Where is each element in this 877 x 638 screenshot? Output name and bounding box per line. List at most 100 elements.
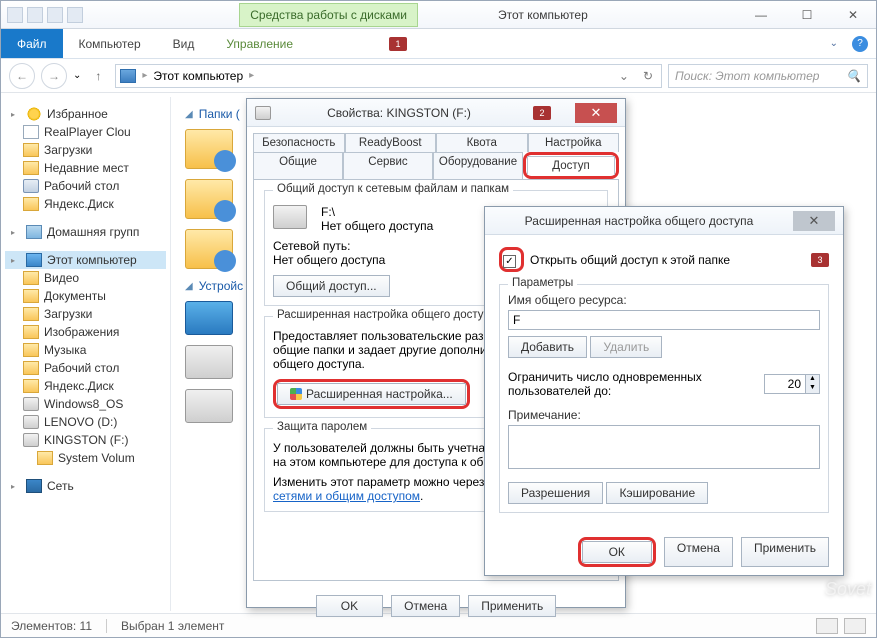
tab-tools[interactable]: Сервис [343,152,433,179]
tree-network[interactable]: ▸Сеть [5,477,166,495]
tab-security[interactable]: Безопасность [253,133,345,152]
forward-button[interactable]: → [41,63,67,89]
folder-icon [23,289,39,303]
homegroup-icon [26,225,42,239]
limit-users-label: Ограничить число одновременных пользоват… [508,370,754,398]
contextual-tab-drive-tools[interactable]: Средства работы с дисками [239,3,418,27]
tree-item[interactable]: Недавние мест [5,159,166,177]
tab-sharing[interactable]: Доступ [527,156,615,175]
ribbon-tab-computer[interactable]: Компьютер [63,29,157,58]
share-button[interactable]: Общий доступ... [273,275,390,297]
tree-item[interactable]: Яндекс.Диск [5,195,166,213]
minimize-button[interactable]: — [738,4,784,26]
properties-titlebar[interactable]: Свойства: KINGSTON (F:) 2 ✕ [247,99,625,127]
help-icon[interactable]: ? [852,36,868,52]
tree-item[interactable]: Изображения [5,323,166,341]
tree-item[interactable]: RealPlayer Clou [5,123,166,141]
search-icon: 🔍 [846,69,861,83]
tree-item[interactable]: LENOVO (D:) [5,413,166,431]
ok-button[interactable]: ОК [582,541,652,563]
tree-this-pc[interactable]: ▸Этот компьютер [5,251,166,269]
advanced-sharing-titlebar[interactable]: Расширенная настройка общего доступа ✕ [485,207,843,235]
tab-customize[interactable]: Настройка [528,133,620,152]
permissions-button[interactable]: Разрешения [508,482,603,504]
ok-button[interactable]: OK [316,595,383,617]
share-folder-label: Открыть общий доступ к этой папке [530,253,799,267]
ribbon-file-tab[interactable]: Файл [1,29,63,58]
limit-users-input[interactable] [765,375,805,393]
tree-item[interactable]: System Volum [5,449,166,467]
view-tiles-button[interactable] [844,618,866,634]
spin-up-icon[interactable]: ▲ [805,375,819,384]
share-params-group: Параметры Имя общего ресурса: Добавить У… [499,284,829,513]
folder-icon [23,307,39,321]
tree-item[interactable]: Рабочий стол [5,177,166,195]
tree-item[interactable]: Загрузки [5,305,166,323]
address-dropdown-icon[interactable]: ⌄ [615,69,633,83]
ribbon: Файл Компьютер Вид Управление 1 ⌄ ? [1,29,876,59]
tree-item[interactable]: Видео [5,269,166,287]
cancel-button[interactable]: Отмена [391,595,460,617]
close-button[interactable]: ✕ [575,103,617,123]
tree-item[interactable]: Windows8_OS [5,395,166,413]
share-name-input[interactable] [508,310,820,330]
tree-item[interactable]: Рабочий стол [5,359,166,377]
note-label: Примечание: [508,408,820,422]
qat-icon[interactable] [27,7,43,23]
annotation-badge-3: 3 [811,253,829,267]
close-button[interactable]: ✕ [793,211,835,231]
tree-item[interactable]: Загрузки [5,141,166,159]
tree-item[interactable]: Музыка [5,341,166,359]
drive-icon [23,397,39,411]
tree-favorites[interactable]: ▸Избранное [5,105,166,123]
drive-item[interactable] [185,345,233,379]
drive-item[interactable] [185,389,233,423]
tab-readyboost[interactable]: ReadyBoost [345,133,437,152]
tree-homegroup[interactable]: ▸Домашняя групп [5,223,166,241]
spin-down-icon[interactable]: ▼ [805,384,819,393]
advanced-sharing-button[interactable]: Расширенная настройка... [277,383,466,405]
share-status: Нет общего доступа [321,219,433,233]
folder-item[interactable] [185,129,233,169]
up-button[interactable]: ↑ [87,65,109,87]
advanced-sharing-title: Расширенная настройка общего доступа [493,214,785,228]
tree-item[interactable]: Яндекс.Диск [5,377,166,395]
cancel-button[interactable]: Отмена [664,537,733,567]
qat-icon[interactable] [7,7,23,23]
status-count: Элементов: 11 [11,619,92,633]
view-details-button[interactable] [816,618,838,634]
caching-button[interactable]: Кэширование [606,482,708,504]
ribbon-tab-view[interactable]: Вид [157,29,211,58]
qat-chevron-icon[interactable] [67,7,83,23]
apply-button[interactable]: Применить [741,537,829,567]
nav-tree: ▸Избранное RealPlayer Clou Загрузки Неда… [1,97,171,611]
ribbon-tab-manage[interactable]: Управление [210,29,309,58]
folder-icon [37,451,53,465]
drive-path: F:\ [321,205,433,219]
breadcrumb[interactable]: Этот компьютер [153,69,243,83]
search-input[interactable]: Поиск: Этот компьютер 🔍 [668,64,868,88]
folder-item[interactable] [185,179,233,219]
tab-hardware[interactable]: Оборудование [433,152,523,179]
limit-users-spinner[interactable]: ▲▼ [764,374,820,394]
history-dropdown-icon[interactable]: ⌄ [73,70,81,81]
ribbon-collapse-icon[interactable]: ⌄ [830,38,838,49]
close-button[interactable]: ✕ [830,4,876,26]
back-button[interactable]: ← [9,63,35,89]
tab-quota[interactable]: Квота [436,133,528,152]
drive-item[interactable] [185,301,233,335]
tree-item[interactable]: Документы [5,287,166,305]
note-textarea[interactable] [508,425,820,469]
pc-icon [26,253,42,267]
apply-button[interactable]: Применить [468,595,556,617]
add-button[interactable]: Добавить [508,336,587,358]
qat-icon[interactable] [47,7,63,23]
share-folder-checkbox[interactable]: ✓ [503,255,516,268]
tree-item[interactable]: KINGSTON (F:) [5,431,166,449]
address-bar[interactable]: ▸ Этот компьютер ▸ ⌄ ↻ [115,64,662,88]
folder-item[interactable] [185,229,233,269]
maximize-button[interactable]: ☐ [784,4,830,26]
refresh-icon[interactable]: ↻ [639,69,657,83]
tab-general[interactable]: Общие [253,152,343,179]
remove-button[interactable]: Удалить [590,336,662,358]
